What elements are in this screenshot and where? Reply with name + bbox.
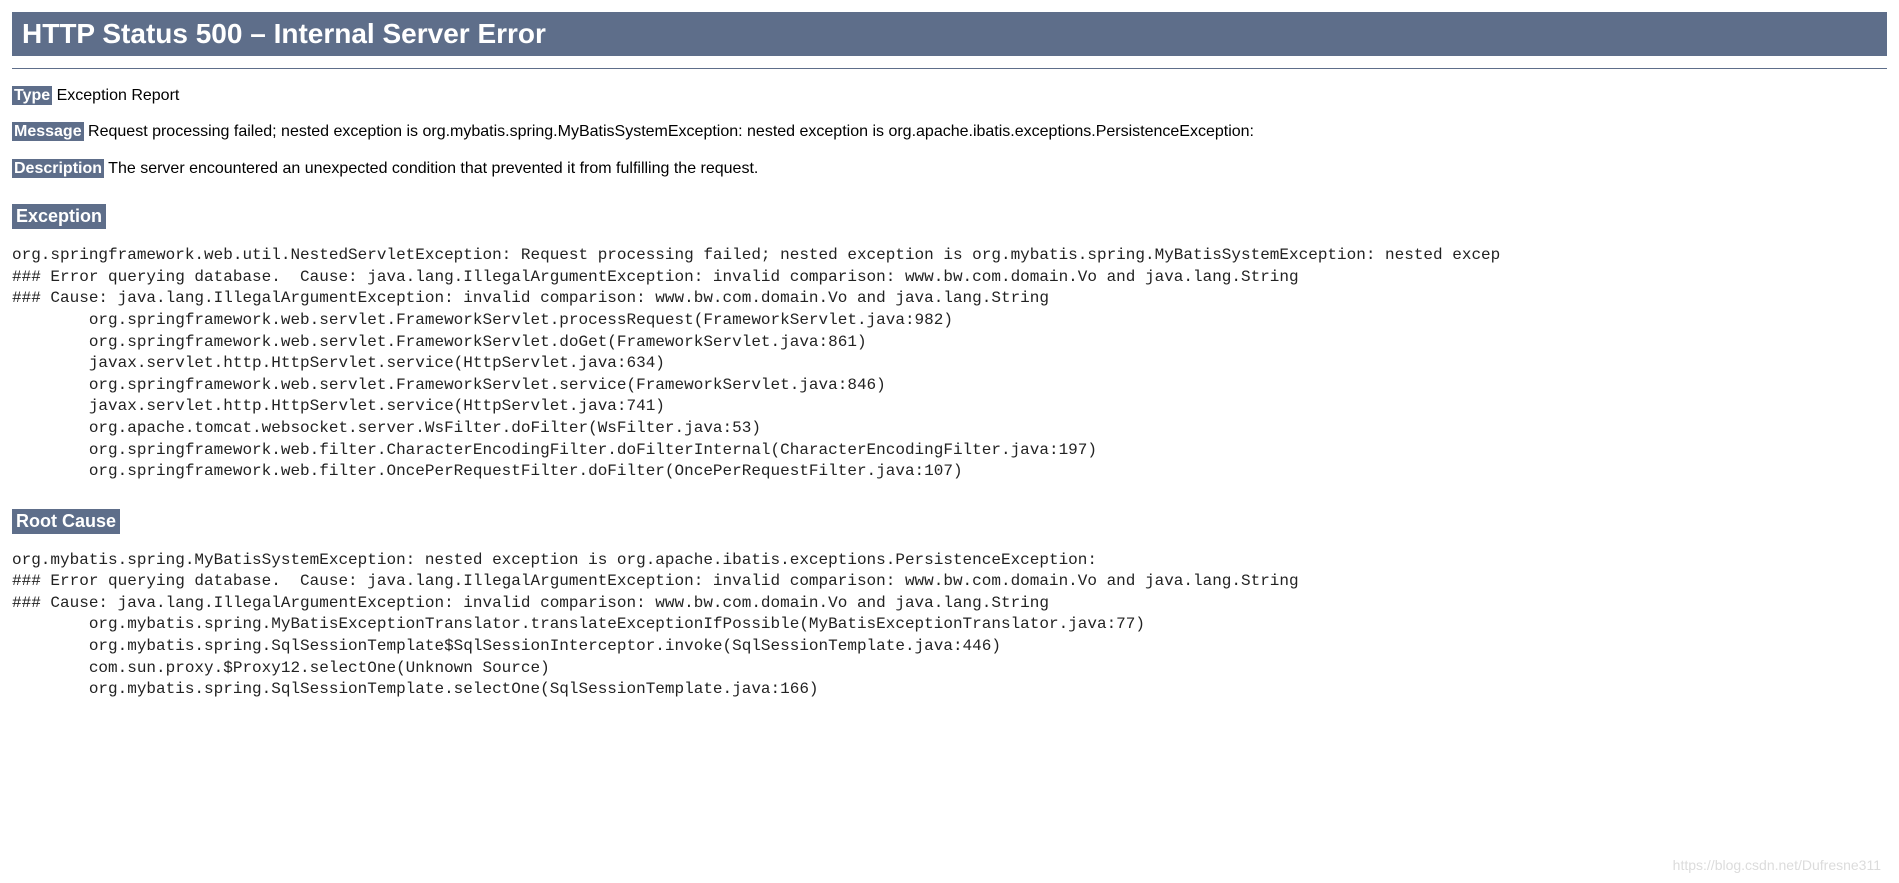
divider	[12, 68, 1887, 69]
description-line: Description The server encountered an un…	[12, 158, 1887, 180]
type-label: Type	[12, 86, 52, 105]
type-value: Exception Report	[52, 87, 179, 104]
message-line: Message Request processing failed; neste…	[12, 121, 1887, 143]
message-label: Message	[12, 122, 84, 141]
rootcause-trace: org.mybatis.spring.MyBatisSystemExceptio…	[12, 550, 1887, 701]
page-title: HTTP Status 500 – Internal Server Error	[12, 12, 1887, 56]
message-value: Request processing failed; nested except…	[84, 123, 1254, 140]
watermark: https://blog.csdn.net/Dufresne311	[1673, 857, 1881, 873]
description-label: Description	[12, 159, 104, 178]
rootcause-heading: Root Cause	[12, 509, 120, 534]
description-value: The server encountered an unexpected con…	[104, 160, 758, 177]
exception-trace: org.springframework.web.util.NestedServl…	[12, 245, 1887, 483]
exception-heading: Exception	[12, 204, 106, 229]
type-line: Type Exception Report	[12, 85, 1887, 107]
